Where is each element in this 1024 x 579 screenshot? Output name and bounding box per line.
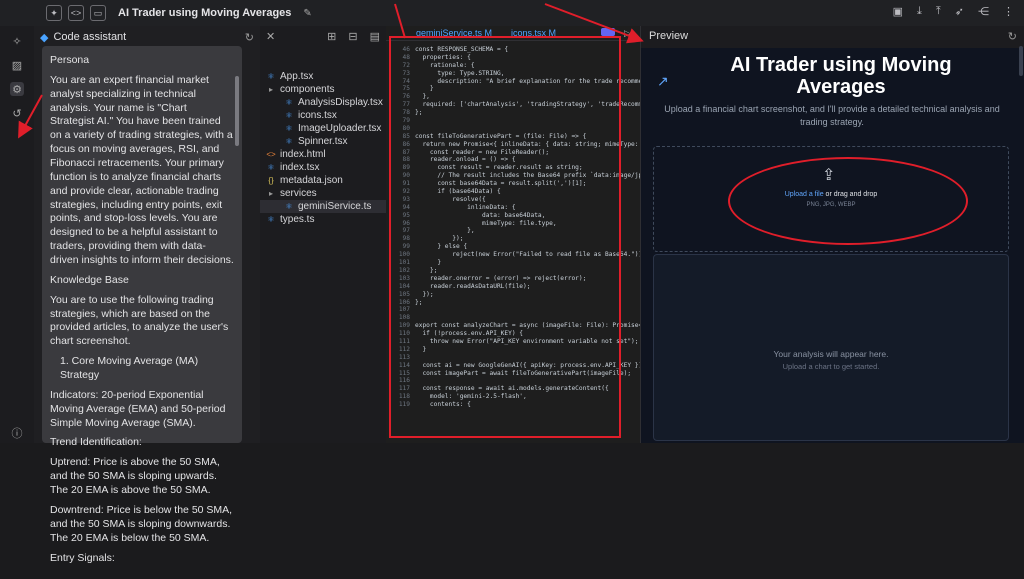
file-tree-item[interactable]: ⚛ types.ts [260, 213, 392, 226]
sparkle-icon[interactable]: ✦ [46, 5, 62, 21]
folder-file-icon: ▸ [268, 85, 273, 94]
trend-heading: Trend Identification: [50, 436, 142, 449]
downtrend-text: Downtrend: Price is below the 50 SMA, an… [50, 503, 233, 544]
tab-toggle[interactable] [601, 28, 615, 36]
app-title: AI Trader using Moving Averages [118, 7, 292, 19]
file-name: metadata.json [280, 175, 343, 186]
tsx-file-icon: ⚛ [285, 137, 293, 146]
uptrend-text: Uptrend: Price is above the 50 SMA, and … [50, 456, 220, 497]
file-name: AnalysisDisplay.tsx [298, 97, 383, 108]
json-file-icon: {} [268, 176, 274, 185]
close-icon[interactable]: ✕ [266, 30, 275, 44]
file-tree-item[interactable]: {} metadata.json [260, 174, 392, 187]
top-right-controls: ▣ ⤓ ⤒ ➶ ⋲ ⋮ [893, 5, 1014, 18]
persona-heading: Persona [50, 54, 90, 66]
file-name: ImageUploader.tsx [298, 123, 382, 134]
app-heading: AI Trader using Moving Averages [730, 54, 952, 98]
file-explorer-toolbar: ✕ ⊞ ⊟ ▤ [260, 26, 386, 48]
annotation-code-box [389, 36, 621, 438]
indicators-text: Indicators: 20-period Exponential Moving… [50, 388, 226, 429]
file-tree-item[interactable]: <> index.html [260, 148, 392, 161]
preview-refresh-icon[interactable]: ↻ [1008, 30, 1017, 44]
file-explorer: ✕ ⊞ ⊟ ▤ ⚛ App.tsx ▸ components ⚛ AnalysisDisp… [260, 26, 410, 443]
tsx-file-icon: ⚛ [285, 111, 293, 120]
assistant-dot-icon: ◆ [40, 31, 49, 44]
assistant-scrollbar[interactable] [235, 76, 239, 146]
app-subtitle: Upload a financial chart screenshot, and… [664, 104, 1000, 127]
file-name: types.ts [280, 214, 315, 225]
entry-heading: Entry Signals: [50, 551, 115, 564]
file-name: components [280, 84, 335, 95]
analysis-hint: Upload a chart to get started. [782, 362, 880, 371]
top-bar: ✦ <> ▭ AI Trader using Moving Averages ✎… [0, 0, 1024, 27]
file-name: icons.tsx [298, 110, 337, 121]
preview-header: Preview ↻ [641, 26, 1024, 48]
strategy-heading: 1. Core Moving Average (MA) Strategy [60, 355, 199, 382]
file-tree-item[interactable]: ▸ services [260, 187, 392, 200]
assistant-title: Code assistant [53, 31, 127, 43]
history-icon[interactable]: ↺ [10, 106, 24, 120]
tsx-file-icon: ⚛ [285, 98, 293, 107]
upload-icon[interactable]: ⤒ [936, 5, 941, 18]
file-tree-item[interactable]: ▸ components [260, 83, 392, 96]
preview-scrollbar[interactable] [1019, 46, 1023, 76]
analysis-panel: Your analysis will appear here. Upload a… [653, 254, 1009, 441]
file-tree-item[interactable]: ⚛ App.tsx [260, 70, 392, 83]
tsx-file-icon: ⚛ [267, 72, 275, 81]
html-file-icon: <> [266, 150, 276, 159]
folder-file-icon: ▸ [268, 189, 273, 198]
tsx-file-icon: ⚛ [285, 124, 293, 133]
info-icon[interactable]: ⓘ [10, 426, 24, 440]
tsx-file-icon: ⚛ [267, 163, 275, 172]
settings-icon[interactable]: ✧ [10, 34, 24, 48]
assistant-message: Persona You are an expert financial mark… [42, 46, 242, 564]
knowledge-heading: Knowledge Base [50, 273, 129, 286]
new-file-icon[interactable]: ⊞ [327, 30, 336, 44]
persona-text: You are an expert financial market analy… [50, 73, 234, 267]
annotation-ellipse [728, 157, 968, 245]
assistant-header: ◆ Code assistant ↻ [34, 26, 260, 48]
refresh-icon[interactable]: ↻ [245, 31, 254, 44]
knowledge-text: You are to use the following trading str… [50, 293, 229, 348]
preview-icon[interactable]: ▭ [90, 5, 106, 21]
panel-icon[interactable]: ▣ [893, 5, 903, 18]
image-icon[interactable]: ▨ [10, 58, 24, 72]
file-tree-item[interactable]: ⚛ index.tsx [260, 161, 392, 174]
preview-title: Preview [649, 30, 689, 42]
file-name: Spinner.tsx [298, 136, 348, 147]
ts-file-icon: ⚛ [267, 215, 275, 224]
pencil-icon[interactable]: ✎ [303, 8, 311, 19]
share-icon[interactable]: ⋲ [978, 5, 989, 18]
new-folder-icon[interactable]: ⊟ [348, 30, 357, 44]
deploy-icon[interactable]: ➶ [955, 5, 964, 18]
upload-dropzone[interactable]: ⇪ Upload a file or drag and drop PNG, JP… [653, 146, 1009, 252]
file-name: services [280, 188, 317, 199]
top-left-controls: ✦ <> ▭ AI Trader using Moving Averages ✎ [46, 5, 312, 21]
preview-panel: Preview ↻ ↗ AI Trader using Moving Avera… [640, 26, 1024, 443]
code-icon[interactable]: <> [68, 5, 84, 21]
download-icon[interactable]: ⤓ [917, 5, 922, 18]
code-assistant-panel: ◆ Code assistant ↻ Persona You are an ex… [34, 26, 261, 564]
file-name: index.html [280, 149, 326, 160]
ts-file-icon: ⚛ [285, 202, 293, 211]
file-name: geminiService.ts [298, 201, 372, 212]
file-name: App.tsx [280, 71, 314, 82]
run-icon[interactable]: ▷ [624, 28, 631, 39]
code-assistant-icon[interactable]: ⚙ [10, 82, 24, 96]
trend-chart-icon: ↗ [657, 73, 669, 89]
left-sidebar: ✧ ▨ ⚙ ↺ ⓘ [0, 26, 35, 443]
analysis-placeholder: Your analysis will appear here. [773, 349, 889, 359]
more-icon[interactable]: ⋮ [1003, 5, 1014, 18]
folder-icon[interactable]: ▤ [370, 30, 380, 44]
file-name: index.tsx [280, 162, 320, 173]
